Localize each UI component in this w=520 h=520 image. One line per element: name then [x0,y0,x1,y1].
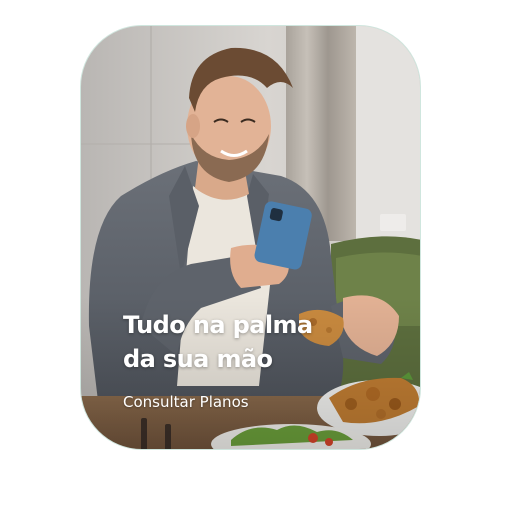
banner-photo [81,26,420,449]
headline-line-1: Tudo na palma [123,311,313,339]
banner-headline: Tudo na palma da sua mão [123,308,313,376]
headline-line-2: da sua mão [123,345,273,373]
promo-banner-card[interactable]: Tudo na palma da sua mão Consultar Plano… [80,25,421,450]
consultar-planos-link[interactable]: Consultar Planos [123,392,249,412]
